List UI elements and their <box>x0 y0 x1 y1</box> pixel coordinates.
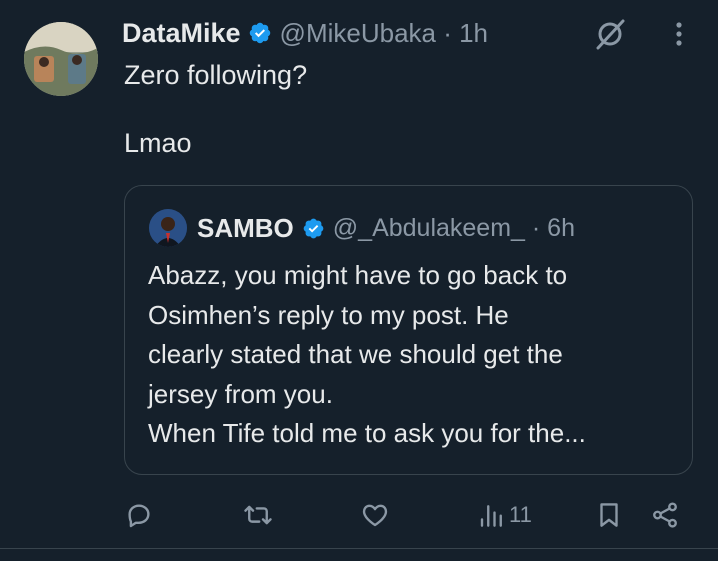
retweet-icon <box>244 505 272 525</box>
quoted-handle-time[interactable]: @_Abdulakeem_ · 6h <box>333 214 575 243</box>
author-name[interactable]: DataMike <box>122 18 241 49</box>
divider <box>0 548 718 549</box>
reply-icon <box>128 504 150 528</box>
verified-badge-icon <box>248 21 272 45</box>
more-icon[interactable] <box>664 18 694 50</box>
quoted-text: Abazz, you might have to go back to Osim… <box>148 260 586 448</box>
bookmark-icon <box>600 503 618 527</box>
share-button[interactable] <box>650 495 680 535</box>
author-handle-time[interactable]: @MikeUbaka · 1h <box>280 18 488 49</box>
quoted-header: SAMBO @_Abdulakeem_ · 6h <box>197 210 575 246</box>
share-icon <box>653 502 677 528</box>
author-avatar[interactable] <box>24 22 98 96</box>
tweet-header: DataMike @MikeUbaka · 1h <box>122 14 488 52</box>
quoted-tweet[interactable]: SAMBO @_Abdulakeem_ · 6h Abazz, you migh… <box>124 185 693 475</box>
views-count: 11 <box>509 502 532 527</box>
like-icon <box>362 504 388 527</box>
grok-icon[interactable] <box>594 18 628 50</box>
tweet-text: Zero following? Lmao <box>124 60 308 158</box>
verified-badge-icon <box>302 217 325 240</box>
quoted-author-name[interactable]: SAMBO <box>197 213 294 244</box>
bookmark-button[interactable] <box>594 495 624 535</box>
views-button[interactable]: 11 <box>477 495 532 535</box>
quoted-author-avatar[interactable] <box>149 209 187 247</box>
views-icon <box>480 505 502 527</box>
retweet-button[interactable] <box>243 495 273 535</box>
reply-button[interactable] <box>124 495 154 535</box>
avatar-image <box>24 22 98 96</box>
like-button[interactable] <box>360 495 390 535</box>
quoted-avatar-image <box>149 209 187 247</box>
action-bar: 11 <box>0 495 718 535</box>
